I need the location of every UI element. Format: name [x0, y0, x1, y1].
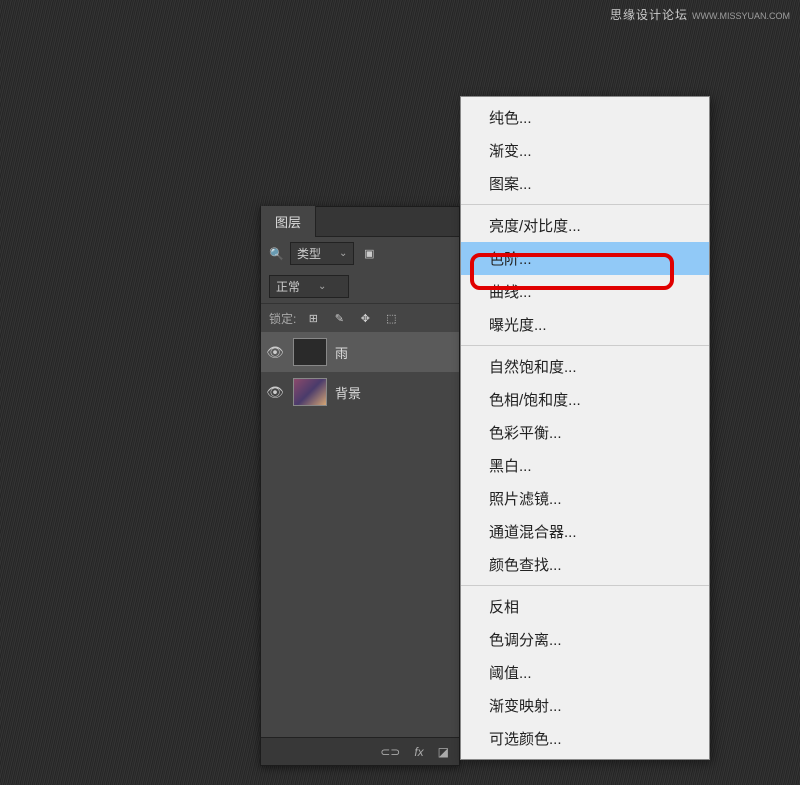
blend-mode-dropdown[interactable]: 正常 — [269, 275, 349, 298]
menu-item[interactable]: 色阶... — [461, 242, 709, 275]
tab-layers[interactable]: 图层 — [261, 206, 316, 237]
layer-name: 背景 — [335, 383, 361, 402]
menu-item[interactable]: 反相 — [461, 590, 709, 623]
menu-item[interactable]: 渐变... — [461, 134, 709, 167]
lock-label: 锁定: — [269, 310, 296, 327]
mask-icon[interactable]: ◪ — [438, 745, 449, 759]
menu-separator — [461, 204, 709, 205]
panel-footer: ⊂⊃ fx ◪ — [261, 737, 459, 765]
blend-row: 正常 — [261, 270, 459, 303]
menu-separator — [461, 585, 709, 586]
menu-item[interactable]: 自然饱和度... — [461, 350, 709, 383]
lock-artboard-icon[interactable]: ⬚ — [382, 309, 400, 327]
menu-item[interactable]: 可选颜色... — [461, 722, 709, 755]
fx-icon[interactable]: fx — [414, 745, 423, 759]
menu-item[interactable]: 色彩平衡... — [461, 416, 709, 449]
link-layers-icon[interactable]: ⊂⊃ — [380, 745, 400, 759]
menu-item[interactable]: 曝光度... — [461, 308, 709, 341]
watermark: 思缘设计论坛WWW.MISSYUAN.COM — [610, 6, 790, 23]
menu-item[interactable]: 曲线... — [461, 275, 709, 308]
layer-name: 雨 — [335, 343, 348, 362]
lock-position-icon[interactable]: ✥ — [356, 309, 374, 327]
menu-item[interactable]: 颜色查找... — [461, 548, 709, 581]
lock-pixels-icon[interactable]: ✎ — [330, 309, 348, 327]
menu-item[interactable]: 纯色... — [461, 101, 709, 134]
filter-type-dropdown[interactable]: 类型 — [290, 242, 354, 265]
layer-thumbnail[interactable] — [293, 338, 327, 366]
layer-item-background[interactable]: 👁 背景 — [261, 372, 459, 412]
menu-separator — [461, 345, 709, 346]
lock-row: 锁定: ⊞ ✎ ✥ ⬚ — [261, 303, 459, 332]
layers-panel: 图层 🔍 类型 ▣ 正常 锁定: ⊞ ✎ ✥ ⬚ 👁 雨 👁 背景 ⊂⊃ fx — [260, 206, 460, 766]
lock-transparency-icon[interactable]: ⊞ — [304, 309, 322, 327]
adjustment-layer-menu: 纯色...渐变...图案... 亮度/对比度...色阶...曲线...曝光度...… — [460, 96, 710, 760]
layers-list: 👁 雨 👁 背景 — [261, 332, 459, 412]
filter-pixel-icon[interactable]: ▣ — [360, 245, 378, 263]
menu-item[interactable]: 图案... — [461, 167, 709, 200]
menu-item[interactable]: 阈值... — [461, 656, 709, 689]
visibility-icon[interactable]: 👁 — [265, 344, 285, 361]
menu-item[interactable]: 渐变映射... — [461, 689, 709, 722]
panel-tabs: 图层 — [261, 207, 459, 237]
layer-item-rain[interactable]: 👁 雨 — [261, 332, 459, 372]
menu-item[interactable]: 色相/饱和度... — [461, 383, 709, 416]
menu-item[interactable]: 黑白... — [461, 449, 709, 482]
layer-thumbnail[interactable] — [293, 378, 327, 406]
menu-item[interactable]: 照片滤镜... — [461, 482, 709, 515]
visibility-icon[interactable]: 👁 — [265, 384, 285, 401]
menu-item[interactable]: 亮度/对比度... — [461, 209, 709, 242]
menu-item[interactable]: 通道混合器... — [461, 515, 709, 548]
filter-row: 🔍 类型 ▣ — [261, 237, 459, 270]
menu-item[interactable]: 色调分离... — [461, 623, 709, 656]
search-icon: 🔍 — [269, 247, 284, 261]
